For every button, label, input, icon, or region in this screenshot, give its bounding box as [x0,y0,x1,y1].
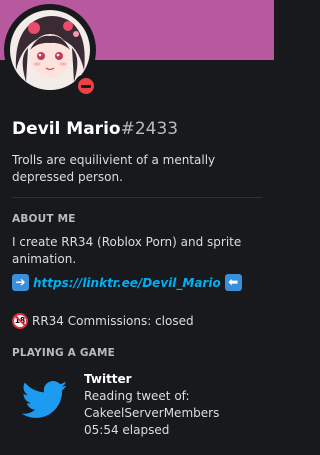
activity-name: Twitter [84,372,132,386]
no-under-18-icon: 18 [12,313,28,329]
discriminator: #2433 [120,119,179,139]
about-me-text: I create RR34 (Roblox Porn) and sprite a… [12,235,242,266]
linktree-link[interactable]: https://linktr.ee/Devil_Mario [33,276,221,290]
activity-elapsed: 05:54 elapsed [84,423,170,437]
playing-a-game-heading: PLAYING A GAME [12,347,116,359]
dnd-status-icon [78,78,94,94]
twitter-bird-icon [21,380,68,420]
avatar-frame [4,4,98,98]
divider [12,197,262,198]
username-text: Devil Mario [12,119,121,139]
status-indicator [74,74,98,98]
profile-username[interactable]: Devil Mario#2433 [12,119,178,139]
commissions-line: 18 RR34 Commissions: closed [12,312,194,330]
arrow-left-icon: ⬅ [224,274,242,291]
activity-details: Reading tweet of: [84,389,190,403]
commissions-text: RR34 Commissions: closed [32,314,194,328]
link-line: ➔ https://linktr.ee/Devil_Mario ⬅ [12,274,242,291]
about-me-heading: ABOUT ME [12,213,76,225]
custom-status: Trolls are equilivient of a mentally dep… [12,153,216,184]
arrow-right-icon: ➔ [12,274,29,291]
activity-state: CakeelServerMembers [84,406,220,420]
